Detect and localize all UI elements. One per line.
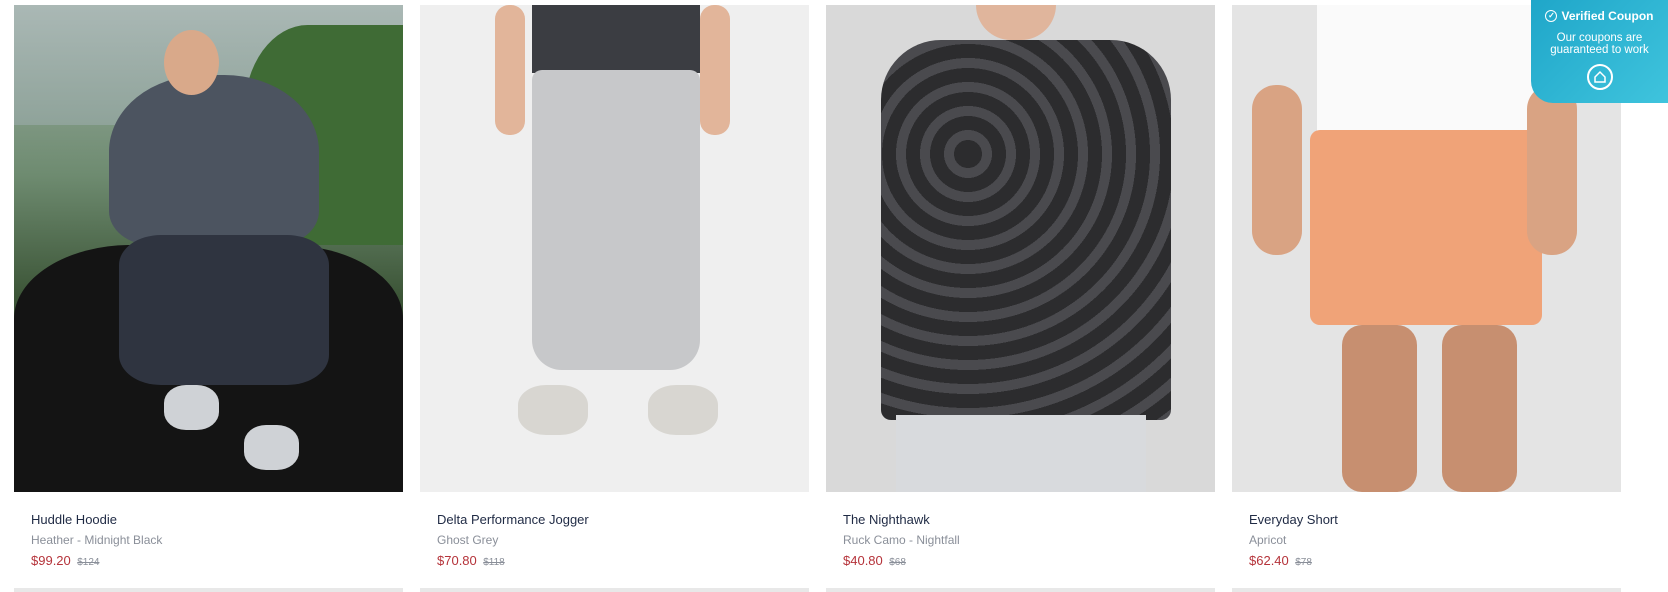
product-card[interactable]: Delta Performance Jogger Ghost Grey $70.…	[420, 5, 809, 571]
check-icon: ✓	[1545, 10, 1558, 22]
sale-price: $40.80	[843, 553, 883, 568]
product-title[interactable]: Huddle Hoodie	[31, 512, 403, 528]
product-image[interactable]	[826, 5, 1215, 492]
verified-coupon-badge[interactable]: ✓ Verified Coupon Our coupons are guaran…	[1531, 0, 1668, 103]
product-title[interactable]: The Nighthawk	[843, 512, 1215, 528]
sale-price: $99.20	[31, 553, 71, 568]
compare-price: $118	[483, 557, 505, 568]
product-image[interactable]	[14, 5, 403, 492]
coupon-text: Our coupons are guaranteed to work	[1550, 32, 1649, 56]
coupon-title: Verified Coupon	[1561, 9, 1654, 23]
product-title[interactable]: Delta Performance Jogger	[437, 512, 809, 528]
product-grid: Huddle Hoodie Heather - Midnight Black $…	[14, 5, 1621, 571]
compare-price: $124	[77, 557, 100, 568]
product-image[interactable]	[420, 5, 809, 492]
compare-price: $68	[889, 557, 906, 568]
sale-price: $70.80	[437, 553, 477, 568]
product-variant: Ghost Grey	[437, 533, 499, 547]
product-card[interactable]: The Nighthawk Ruck Camo - Nightfall $40.…	[826, 5, 1215, 571]
next-row-preview	[14, 588, 1621, 592]
product-variant: Heather - Midnight Black	[31, 533, 163, 547]
product-variant: Apricot	[1249, 533, 1287, 547]
sale-price: $62.40	[1249, 553, 1289, 568]
product-variant: Ruck Camo - Nightfall	[843, 533, 960, 547]
product-card[interactable]: Huddle Hoodie Heather - Midnight Black $…	[14, 5, 403, 571]
product-title[interactable]: Everyday Short	[1249, 512, 1621, 528]
home-shield-icon[interactable]	[1586, 64, 1613, 90]
compare-price: $78	[1295, 557, 1312, 568]
